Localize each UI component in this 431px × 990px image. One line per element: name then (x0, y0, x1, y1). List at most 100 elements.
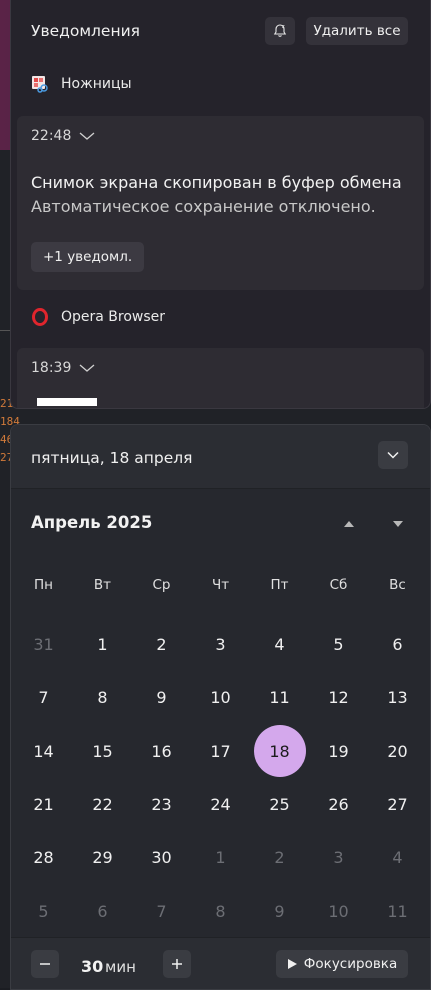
calendar-day[interactable]: 17 (191, 725, 250, 778)
calendar-day[interactable]: 28 (14, 831, 73, 884)
calendar-day[interactable]: 7 (132, 884, 191, 937)
notification-time-toggle[interactable]: 18:39 (31, 360, 95, 376)
calendar-day[interactable]: 20 (368, 725, 427, 778)
notification-card[interactable]: 18:39 (17, 348, 424, 408)
calendar-day[interactable]: 31 (14, 618, 73, 671)
calendar-day[interactable]: 16 (132, 725, 191, 778)
calendar-day[interactable]: 4 (368, 831, 427, 884)
calendar-day[interactable]: 9 (250, 884, 309, 937)
calendar-day[interactable]: 4 (250, 618, 309, 671)
calendar-day-today[interactable]: 18 (250, 725, 309, 778)
calendar-day-number: 22 (92, 795, 113, 815)
chevron-down-icon (79, 132, 95, 140)
calendar-day-number: 9 (274, 901, 285, 921)
calendar-day-number: 29 (92, 848, 113, 868)
focus-duration-value: 30 (81, 957, 104, 976)
calendar-day[interactable]: 13 (368, 671, 427, 724)
clear-all-button[interactable]: Удалить все (306, 17, 408, 45)
start-focus-label: Фокусировка (303, 956, 398, 972)
calendar-day-number: 5 (38, 901, 49, 921)
calendar-day[interactable]: 3 (191, 618, 250, 671)
notification-time: 18:39 (31, 360, 72, 376)
calendar-day-number: 16 (151, 741, 172, 761)
calendar-day-number: 18 (269, 741, 290, 761)
calendar-day[interactable]: 30 (132, 831, 191, 884)
month-label[interactable]: Апрель 2025 (31, 513, 152, 532)
calendar-day-number: 19 (328, 741, 349, 761)
notification-body-text: Автоматическое сохранение отключено. (31, 197, 376, 216)
increase-focus-button[interactable] (163, 950, 191, 978)
calendar-day[interactable]: 7 (14, 671, 73, 724)
app-name: Opera Browser (61, 309, 166, 325)
calendar-day[interactable]: 23 (132, 778, 191, 831)
calendar-header: пятница, 18 апреля (11, 425, 430, 489)
calendar-day[interactable]: 26 (309, 778, 368, 831)
triangle-down-icon (393, 521, 403, 527)
calendar-day[interactable]: 15 (73, 725, 132, 778)
calendar-day[interactable]: 25 (250, 778, 309, 831)
notification-title: Уведомления (31, 22, 140, 40)
snipping-tool-icon (32, 76, 48, 93)
play-icon (287, 959, 297, 969)
calendar-day[interactable]: 1 (73, 618, 132, 671)
calendar-day[interactable]: 5 (309, 618, 368, 671)
calendar-day-number: 9 (156, 688, 167, 708)
calendar-day[interactable]: 6 (73, 884, 132, 937)
notification-card[interactable]: 22:48 Снимок экрана скопирован в буфер о… (17, 116, 424, 290)
calendar-day[interactable]: 27 (368, 778, 427, 831)
calendar-day[interactable]: 22 (73, 778, 132, 831)
calendar-day-number: 31 (33, 635, 54, 655)
calendar-days: 31 1 2 3 4 5 6 7 8 9 10 11 12 13 14 15 16 17 18 19 20 21 22 23 2… (14, 618, 427, 938)
calendar-day-number: 3 (333, 848, 344, 868)
calendar-day[interactable]: 8 (191, 884, 250, 937)
chevron-down-icon (79, 364, 95, 372)
calendar-day-number: 5 (333, 635, 344, 655)
calendar-day[interactable]: 29 (73, 831, 132, 884)
app-group-header-snipping[interactable]: Ножницы (31, 72, 132, 96)
calendar-day-number: 2 (274, 848, 285, 868)
calendar-day-number: 10 (328, 901, 349, 921)
calendar-day-number: 10 (210, 688, 231, 708)
calendar-day[interactable]: 10 (191, 671, 250, 724)
calendar-day[interactable]: 11 (368, 884, 427, 937)
decrease-focus-button[interactable] (31, 950, 59, 978)
calendar-day[interactable]: 21 (14, 778, 73, 831)
weekday-label: Пт (270, 577, 289, 593)
calendar-day-number: 2 (156, 635, 167, 655)
calendar-day[interactable]: 24 (191, 778, 250, 831)
calendar-day[interactable]: 14 (14, 725, 73, 778)
more-notifications-button[interactable]: +1 уведомл. (31, 242, 145, 272)
do-not-disturb-button[interactable]: z (265, 17, 295, 45)
chevron-down-icon (387, 451, 399, 459)
calendar-day[interactable]: 3 (309, 831, 368, 884)
next-month-button[interactable] (386, 515, 410, 533)
calendar-day-number: 30 (151, 848, 172, 868)
calendar-day-number: 23 (151, 795, 172, 815)
redacted-content (37, 398, 97, 406)
calendar-day-number: 15 (92, 741, 113, 761)
calendar-day-number: 12 (328, 688, 349, 708)
calendar-day-number: 14 (33, 741, 54, 761)
calendar-day[interactable]: 19 (309, 725, 368, 778)
collapse-calendar-button[interactable] (378, 441, 408, 469)
focus-duration-unit: мин (105, 958, 136, 976)
calendar-day[interactable]: 2 (132, 618, 191, 671)
calendar-day[interactable]: 2 (250, 831, 309, 884)
calendar-day[interactable]: 8 (73, 671, 132, 724)
calendar-day-number: 6 (392, 635, 403, 655)
start-focus-button[interactable]: Фокусировка (276, 950, 408, 978)
calendar-day[interactable]: 5 (14, 884, 73, 937)
app-group-header-opera[interactable]: Opera Browser (31, 305, 165, 329)
calendar-day[interactable]: 1 (191, 831, 250, 884)
calendar-day[interactable]: 11 (250, 671, 309, 724)
notification-time-toggle[interactable]: 22:48 (31, 128, 95, 144)
calendar-day-number: 25 (269, 795, 290, 815)
calendar-day[interactable]: 10 (309, 884, 368, 937)
previous-month-button[interactable] (337, 515, 361, 533)
calendar-day-number: 7 (38, 688, 49, 708)
calendar-day[interactable]: 12 (309, 671, 368, 724)
calendar-day[interactable]: 9 (132, 671, 191, 724)
calendar-day-number: 4 (274, 635, 285, 655)
calendar-day[interactable]: 6 (368, 618, 427, 671)
calendar-day-number: 13 (387, 688, 408, 708)
